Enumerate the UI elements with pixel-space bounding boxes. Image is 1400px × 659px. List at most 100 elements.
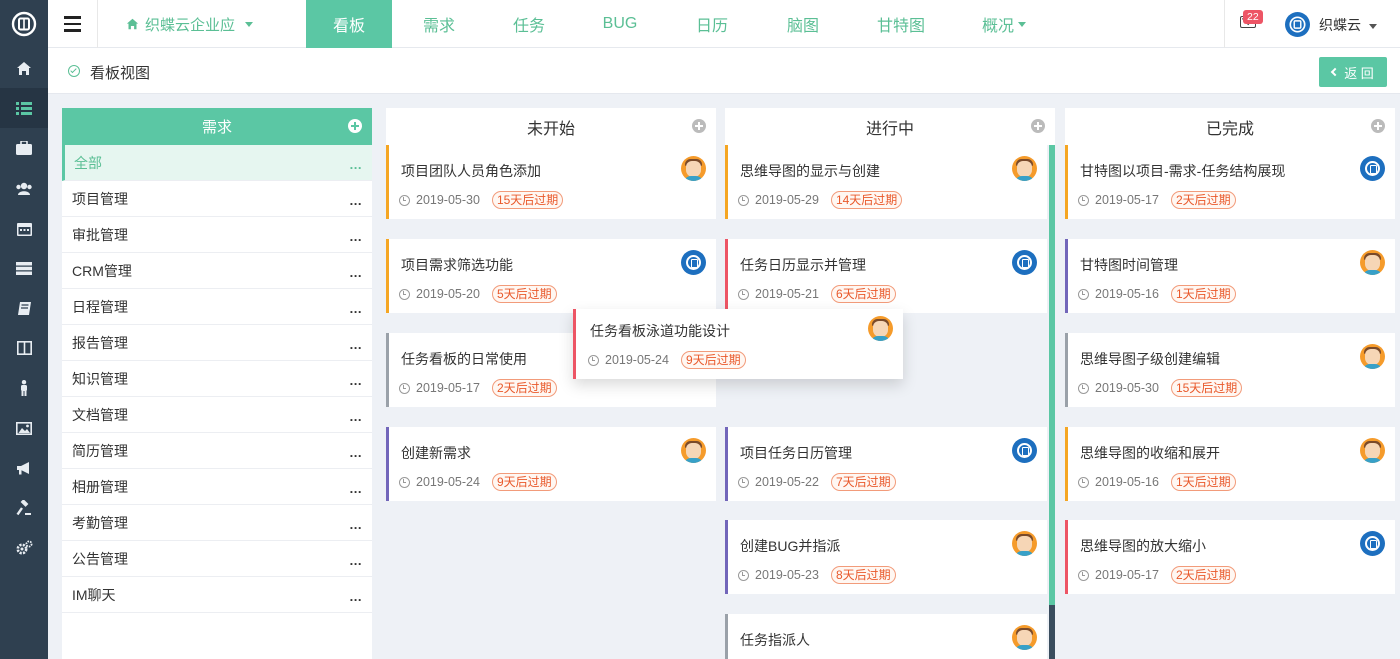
card-date: 2019-05-17 bbox=[1095, 193, 1159, 207]
assignee-avatar[interactable] bbox=[681, 156, 706, 181]
category-item[interactable]: 全部... bbox=[62, 145, 372, 181]
card-title: 思维导图的放大缩小 bbox=[1080, 538, 1206, 554]
book-icon[interactable] bbox=[0, 288, 48, 328]
tab-requirements[interactable]: 需求 bbox=[392, 0, 486, 48]
task-card[interactable]: 项目团队人员角色添加 2019-05-30 15天后过期 bbox=[386, 145, 716, 219]
card-title: 项目团队人员角色添加 bbox=[401, 163, 541, 179]
scrollbar-thumb[interactable] bbox=[1049, 145, 1055, 605]
briefcase-icon[interactable] bbox=[0, 128, 48, 168]
more-options-icon[interactable]: ... bbox=[350, 481, 362, 495]
more-options-icon[interactable]: ... bbox=[350, 337, 362, 351]
add-card-icon[interactable] bbox=[692, 119, 706, 133]
task-card[interactable]: 甘特图时间管理 2019-05-16 1天后过期 bbox=[1065, 239, 1395, 313]
column-scrollbar[interactable] bbox=[1049, 145, 1055, 659]
category-item[interactable]: 文档管理... bbox=[62, 397, 372, 433]
card-title: 创建BUG并指派 bbox=[740, 538, 841, 554]
task-card[interactable]: 甘特图以项目-需求-任务结构展现 2019-05-17 2天后过期 bbox=[1065, 145, 1395, 219]
assignee-avatar[interactable] bbox=[1012, 156, 1037, 181]
card-date: 2019-05-29 bbox=[755, 193, 819, 207]
more-options-icon[interactable]: ... bbox=[350, 589, 362, 603]
assignee-avatar[interactable] bbox=[1012, 438, 1037, 463]
task-card[interactable]: 项目需求筛选功能 2019-05-20 5天后过期 bbox=[386, 239, 716, 313]
category-item[interactable]: 项目管理... bbox=[62, 181, 372, 217]
task-card[interactable]: 思维导图子级创建编辑 2019-05-30 15天后过期 bbox=[1065, 333, 1395, 407]
task-card[interactable]: 创建新需求 2019-05-24 9天后过期 bbox=[386, 427, 716, 501]
add-card-icon[interactable] bbox=[1371, 119, 1385, 133]
category-item[interactable]: 审批管理... bbox=[62, 217, 372, 253]
tab-label: 任务 bbox=[512, 18, 545, 35]
tab-gantt[interactable]: 甘特图 bbox=[850, 0, 952, 48]
calendar-icon[interactable] bbox=[0, 208, 48, 248]
home-icon[interactable] bbox=[0, 48, 48, 88]
assignee-avatar[interactable] bbox=[681, 438, 706, 463]
assignee-avatar[interactable] bbox=[1360, 250, 1385, 275]
more-options-icon[interactable]: ... bbox=[350, 157, 362, 171]
task-card[interactable]: 思维导图的收缩和展开 2019-05-16 1天后过期 bbox=[1065, 427, 1395, 501]
column-header: 进行中 bbox=[725, 108, 1055, 145]
back-button[interactable]: 返 回 bbox=[1319, 57, 1387, 87]
assignee-avatar[interactable] bbox=[1360, 438, 1385, 463]
more-options-icon[interactable]: ... bbox=[350, 517, 362, 531]
add-category-icon[interactable] bbox=[348, 119, 362, 133]
columns-icon[interactable] bbox=[0, 328, 48, 368]
assignee-avatar[interactable] bbox=[1012, 531, 1037, 556]
assignee-avatar[interactable] bbox=[868, 316, 893, 341]
task-card[interactable]: 任务日历显示并管理 2019-05-21 6天后过期 bbox=[725, 239, 1047, 313]
category-item[interactable]: 公告管理... bbox=[62, 541, 372, 577]
app-logo[interactable] bbox=[0, 0, 48, 48]
task-card[interactable]: 思维导图的显示与创建 2019-05-29 14天后过期 bbox=[725, 145, 1047, 219]
card-meta: 2019-05-22 7天后过期 bbox=[738, 473, 896, 491]
assignee-avatar[interactable] bbox=[1012, 625, 1037, 650]
assignee-avatar[interactable] bbox=[681, 250, 706, 275]
image-icon[interactable] bbox=[0, 408, 48, 448]
gears-icon[interactable] bbox=[0, 528, 48, 568]
tab-tasks[interactable]: 任务 bbox=[486, 0, 572, 48]
card-title: 任务看板泳道功能设计 bbox=[590, 323, 730, 339]
assignee-avatar[interactable] bbox=[1360, 156, 1385, 181]
card-date: 2019-05-30 bbox=[1095, 381, 1159, 395]
more-options-icon[interactable]: ... bbox=[350, 265, 362, 279]
user-avatar[interactable] bbox=[1285, 12, 1310, 37]
column-body: 项目团队人员角色添加 2019-05-30 15天后过期 项目需求筛选功能 2019-0… bbox=[386, 145, 716, 659]
task-card[interactable]: 创建BUG并指派 2019-05-23 8天后过期 bbox=[725, 520, 1047, 594]
task-card[interactable]: 思维导图的放大缩小 2019-05-17 2天后过期 bbox=[1065, 520, 1395, 594]
more-options-icon[interactable]: ... bbox=[350, 301, 362, 315]
assignee-avatar[interactable] bbox=[1360, 344, 1385, 369]
assignee-avatar[interactable] bbox=[1012, 250, 1037, 275]
user-menu[interactable]: 织蝶云 bbox=[1319, 15, 1377, 35]
list-icon[interactable] bbox=[0, 88, 48, 128]
person-icon[interactable] bbox=[0, 368, 48, 408]
category-item[interactable]: 知识管理... bbox=[62, 361, 372, 397]
tab-mindmap[interactable]: 脑图 bbox=[756, 0, 850, 48]
gavel-icon[interactable] bbox=[0, 488, 48, 528]
tab-calendar[interactable]: 日历 bbox=[668, 0, 756, 48]
megaphone-icon[interactable] bbox=[0, 448, 48, 488]
category-item[interactable]: 简历管理... bbox=[62, 433, 372, 469]
add-card-icon[interactable] bbox=[1031, 119, 1045, 133]
category-item[interactable]: 相册管理... bbox=[62, 469, 372, 505]
category-item[interactable]: IM聊天... bbox=[62, 577, 372, 613]
category-item[interactable]: 日程管理... bbox=[62, 289, 372, 325]
task-card[interactable]: 项目任务日历管理 2019-05-22 7天后过期 bbox=[725, 427, 1047, 501]
menu-toggle-icon[interactable] bbox=[48, 0, 98, 48]
more-options-icon[interactable]: ... bbox=[350, 229, 362, 243]
more-options-icon[interactable]: ... bbox=[350, 445, 362, 459]
task-card[interactable]: 任务指派人 bbox=[725, 614, 1047, 659]
category-item[interactable]: 考勤管理... bbox=[62, 505, 372, 541]
more-options-icon[interactable]: ... bbox=[350, 193, 362, 207]
company-switcher[interactable]: 织蝶云企业应 bbox=[126, 0, 254, 48]
more-options-icon[interactable]: ... bbox=[350, 409, 362, 423]
card-date: 2019-05-17 bbox=[416, 381, 480, 395]
clock-icon bbox=[1078, 382, 1089, 394]
more-options-icon[interactable]: ... bbox=[350, 553, 362, 567]
server-icon[interactable] bbox=[0, 248, 48, 288]
users-icon[interactable] bbox=[0, 168, 48, 208]
category-item[interactable]: CRM管理... bbox=[62, 253, 372, 289]
dragging-card[interactable]: 任务看板泳道功能设计 2019-05-24 9天后过期 bbox=[573, 309, 903, 379]
tab-bug[interactable]: BUG bbox=[572, 0, 668, 48]
more-options-icon[interactable]: ... bbox=[350, 373, 362, 387]
tab-kanban[interactable]: 看板 bbox=[306, 0, 392, 48]
tab-overview[interactable]: 概况 bbox=[952, 0, 1056, 48]
category-item[interactable]: 报告管理... bbox=[62, 325, 372, 361]
assignee-avatar[interactable] bbox=[1360, 531, 1385, 556]
